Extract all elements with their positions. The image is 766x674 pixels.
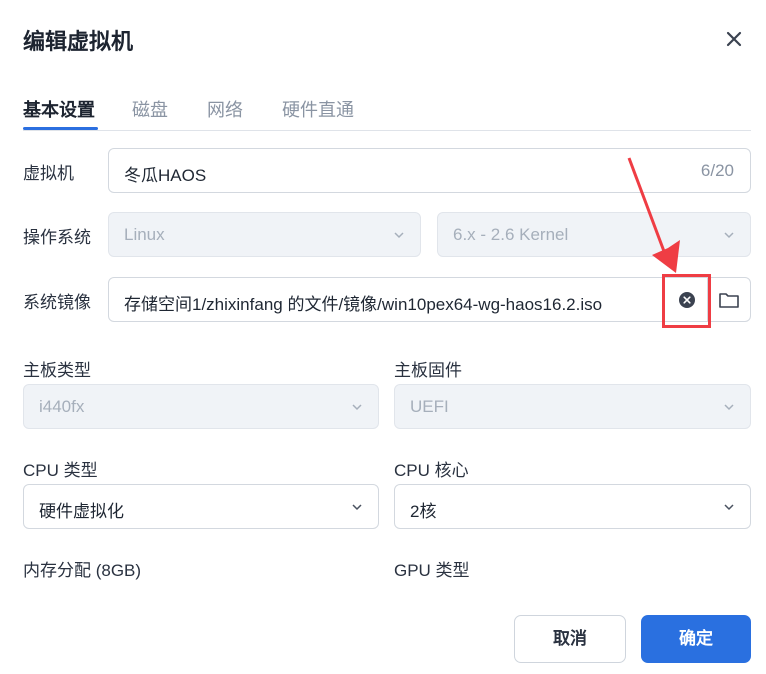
cpu-type-label: CPU 类型 — [23, 461, 98, 480]
cpu-cores-label: CPU 核心 — [394, 461, 469, 480]
tab-disk[interactable]: 磁盘 — [132, 96, 168, 122]
os-version-value: 6.x - 2.6 Kernel — [453, 225, 569, 244]
vm-name-value: 冬瓜HAOS — [124, 166, 207, 185]
folder-icon[interactable] — [718, 290, 740, 310]
tab-bar: 基本设置 磁盘 网络 硬件直通 — [23, 96, 751, 131]
board-type-select[interactable]: i440fx — [23, 384, 379, 429]
cancel-button[interactable]: 取消 — [514, 615, 626, 663]
char-counter: 6/20 — [700, 161, 734, 180]
cpu-type-value: 硬件虚拟化 — [39, 502, 124, 521]
close-icon[interactable] — [723, 28, 745, 50]
os-type-select[interactable]: Linux — [108, 212, 421, 257]
os-version-select[interactable]: 6.x - 2.6 Kernel — [437, 212, 751, 257]
cpu-type-select[interactable]: 硬件虚拟化 — [23, 484, 379, 529]
board-type-value: i440fx — [39, 397, 85, 416]
confirm-button[interactable]: 确定 — [641, 615, 751, 663]
vm-name-label: 虚拟机 — [23, 164, 74, 183]
board-firmware-select[interactable]: UEFI — [394, 384, 751, 429]
chevron-down-icon — [724, 504, 734, 511]
memory-label: 内存分配 (8GB) — [23, 561, 142, 580]
board-firmware-label: 主板固件 — [394, 361, 462, 380]
dialog-title: 编辑虚拟机 — [23, 29, 134, 54]
iso-path-input[interactable]: 存储空间1/zhixinfang 的文件/镜像/win10pex64-wg-ha… — [108, 277, 751, 322]
active-tab-indicator — [23, 127, 98, 130]
tab-hardware-passthrough[interactable]: 硬件直通 — [282, 96, 354, 122]
cpu-cores-value: 2核 — [410, 502, 437, 521]
iso-path-value: 存储空间1/zhixinfang 的文件/镜像/win10pex64-wg-ha… — [124, 295, 603, 314]
chevron-down-icon — [724, 232, 734, 239]
tab-basic-settings[interactable]: 基本设置 — [23, 96, 95, 122]
gpu-type-label: GPU 类型 — [394, 561, 470, 580]
chevron-down-icon — [352, 404, 362, 411]
tab-network[interactable]: 网络 — [207, 96, 243, 122]
chevron-down-icon — [724, 404, 734, 411]
os-type-value: Linux — [124, 225, 165, 244]
board-firmware-value: UEFI — [410, 397, 449, 416]
iso-label: 系统镜像 — [23, 293, 91, 312]
os-label: 操作系统 — [23, 228, 91, 247]
annotation-highlight-box — [662, 274, 711, 328]
board-type-label: 主板类型 — [23, 361, 91, 380]
chevron-down-icon — [394, 232, 404, 239]
cpu-cores-select[interactable]: 2核 — [394, 484, 751, 529]
vm-name-input[interactable]: 冬瓜HAOS 6/20 — [108, 148, 751, 193]
chevron-down-icon — [352, 504, 362, 511]
